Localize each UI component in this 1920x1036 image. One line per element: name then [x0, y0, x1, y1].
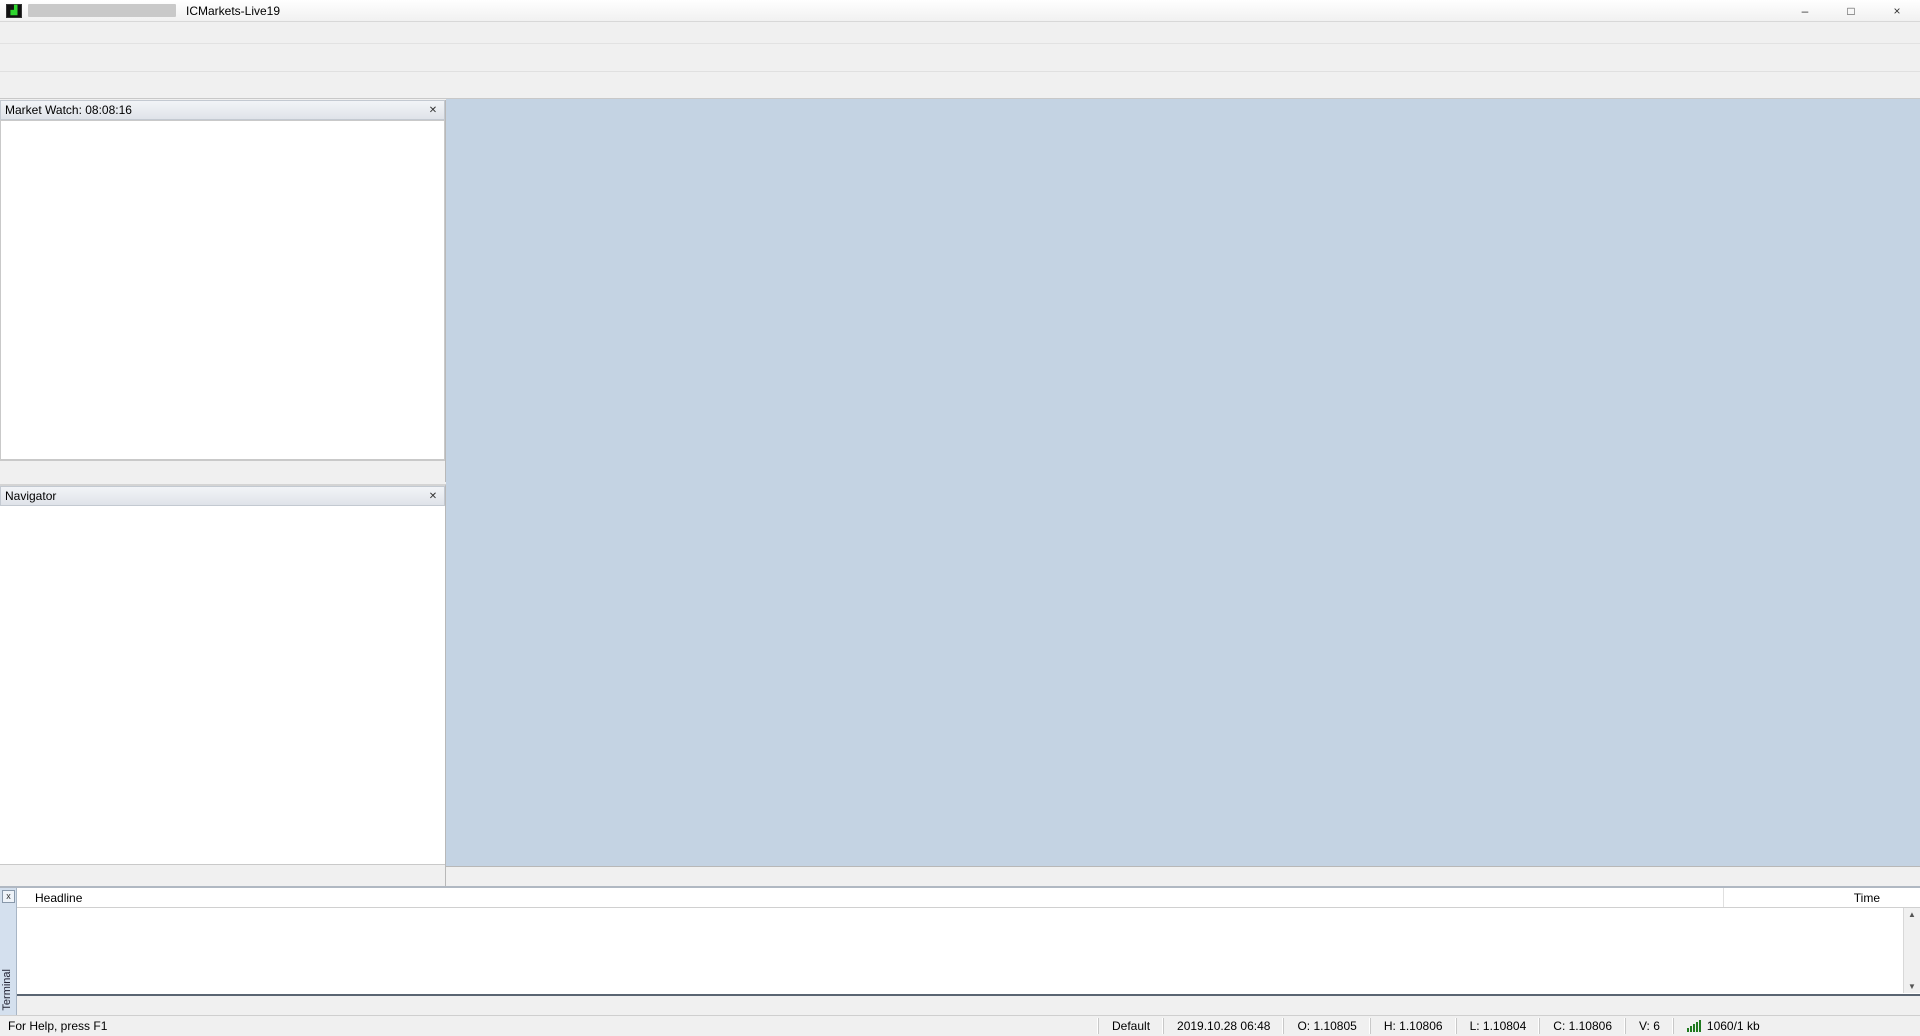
market-watch-tabs: [0, 460, 445, 482]
terminal-side-label: Terminal: [1, 969, 13, 1011]
navigator-title: Navigator: [5, 489, 56, 503]
terminal-scrollbar[interactable]: ▲ ▼: [1903, 908, 1920, 993]
navigator-caption: Navigator ✕: [0, 486, 445, 506]
navigator-tree: [0, 506, 445, 864]
chart-tools-toolbar: [0, 72, 1920, 99]
scroll-up-icon[interactable]: ▲: [1904, 910, 1920, 919]
status-connection: 1060/1 kb: [1673, 1018, 1773, 1034]
connection-speed: 1060/1 kb: [1707, 1019, 1760, 1033]
terminal-side-strip: x Terminal: [0, 888, 17, 1015]
terminal-panel: x Terminal Headline Time ▲ ▼: [0, 886, 1920, 1015]
headline-column-header[interactable]: Headline: [35, 891, 82, 905]
terminal-header: Headline Time: [17, 888, 1920, 908]
navigator-panel: Navigator ✕: [0, 484, 446, 886]
status-open: O: 1.10805: [1283, 1018, 1369, 1034]
titlebar: ▟ ICMarkets-Live19 – □ ×: [0, 0, 1920, 22]
chart-area: [446, 99, 1920, 866]
time-column-header[interactable]: Time: [1854, 891, 1880, 905]
chart-tab-bar: [446, 866, 1920, 886]
status-bar-time: 2019.10.28 06:48: [1163, 1018, 1283, 1034]
statusbar: For Help, press F1 Default 2019.10.28 06…: [0, 1015, 1920, 1035]
market-watch-panel: Market Watch: 08:08:16 ✕: [0, 100, 446, 482]
app-logo-icon: ▟: [6, 4, 22, 18]
market-watch-caption: Market Watch: 08:08:16 ✕: [0, 100, 445, 120]
main-toolbar: [0, 44, 1920, 72]
status-low: L: 1.10804: [1456, 1018, 1540, 1034]
window-minimize-button[interactable]: –: [1782, 0, 1828, 22]
status-profile[interactable]: Default: [1098, 1018, 1163, 1034]
account-number-redacted: [28, 4, 176, 17]
navigator-close-icon[interactable]: ✕: [426, 491, 440, 502]
window-close-button[interactable]: ×: [1874, 0, 1920, 22]
navigator-tabs: [0, 864, 445, 886]
menubar: [0, 22, 1920, 44]
status-close: C: 1.10806: [1539, 1018, 1625, 1034]
scroll-down-icon[interactable]: ▼: [1904, 982, 1920, 991]
window-title: ICMarkets-Live19: [186, 4, 280, 18]
terminal-close-icon[interactable]: x: [2, 890, 15, 903]
market-watch-close-icon[interactable]: ✕: [426, 105, 440, 116]
window-maximize-button[interactable]: □: [1828, 0, 1874, 22]
connection-signal-icon: [1687, 1020, 1701, 1032]
terminal-tab-bar: [17, 994, 1920, 1015]
status-volume: V: 6: [1625, 1018, 1673, 1034]
status-help-text: For Help, press F1: [0, 1019, 107, 1033]
status-high: H: 1.10806: [1370, 1018, 1456, 1034]
market-watch-table: [0, 120, 445, 460]
market-watch-title: Market Watch: 08:08:16: [5, 103, 132, 117]
